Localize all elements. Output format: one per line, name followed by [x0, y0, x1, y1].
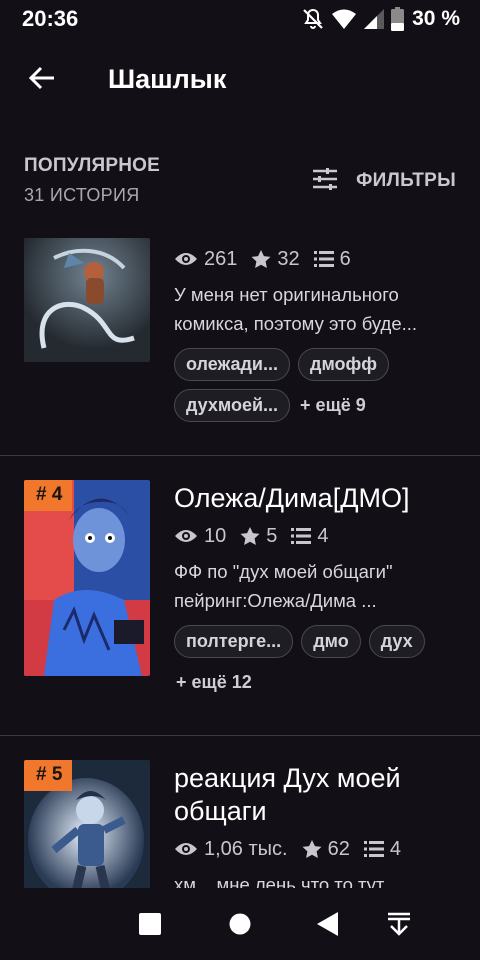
signal-icon — [363, 8, 385, 30]
stars-stat: 62 — [302, 838, 350, 861]
parts-stat: 6 — [313, 247, 351, 271]
tag-chip[interactable]: олежади... — [174, 348, 291, 381]
status-time: 20:36 — [22, 6, 79, 31]
story-stats: 261 32 6 — [174, 246, 464, 272]
filters-label: ФИЛЬТРЫ — [356, 170, 456, 191]
stars-stat: 5 — [240, 525, 277, 548]
sliders-icon — [312, 167, 338, 195]
story-description: У меня нет оригинального комикса, поэтом… — [174, 280, 464, 338]
parts-count: 6 — [339, 247, 351, 270]
parts-stat: 4 — [363, 837, 401, 861]
views-count: 1,06 тыс. — [204, 837, 288, 860]
stars-count: 62 — [327, 837, 350, 860]
filters-button[interactable]: ФИЛЬТРЫ — [312, 166, 456, 196]
more-tags-link[interactable]: + ещё 9 — [298, 389, 366, 422]
parts-count: 4 — [317, 524, 329, 547]
tag-chip[interactable]: дмофф — [298, 348, 390, 381]
star-icon — [302, 839, 328, 859]
views-count: 10 — [204, 524, 227, 547]
tag-list: олежади... дмофф духмоей... + ещё 9 — [174, 348, 434, 422]
wifi-icon — [331, 8, 357, 30]
story-info: Олежа/Дима[ДМО] 10 5 4 ФФ по "дух моей о… — [174, 482, 464, 699]
section-title: ПОПУЛЯРНОЕ — [24, 155, 161, 176]
story-card[interactable]: # 5 реакция Дух моей общаги 1,06 тыс. 62… — [0, 760, 480, 888]
app-screen: 20:36 30 % Шашлык ПОПУЛЯРНОЕ 31 ИСТОРИЯ … — [0, 0, 480, 960]
story-list[interactable]: 261 32 6 У меня нет оригинального комикс… — [0, 238, 480, 888]
rank-badge: # 4 — [24, 480, 73, 511]
description-line: пейринг:Олежа/Дима ... — [174, 590, 377, 611]
battery-percent: 30 % — [412, 7, 460, 30]
section-header: ПОПУЛЯРНОЕ 31 ИСТОРИЯ ФИЛЬТРЫ — [0, 152, 480, 212]
mute-icon — [301, 7, 325, 31]
story-cover-image[interactable]: # 4 — [24, 480, 150, 676]
divider — [0, 455, 480, 456]
divider — [0, 735, 480, 736]
list-icon — [313, 251, 340, 267]
recents-button[interactable] — [132, 908, 168, 944]
eye-icon — [174, 251, 204, 267]
tag-chip[interactable]: дмо — [301, 625, 361, 658]
page-title: Шашлык — [108, 64, 227, 94]
views-stat: 1,06 тыс. — [174, 838, 288, 861]
description-line: ФФ по "дух моей общаги" — [174, 561, 393, 582]
battery-icon — [391, 7, 405, 31]
parts-count: 4 — [389, 837, 401, 860]
app-bar: Шашлык — [0, 50, 480, 110]
story-title[interactable]: реакция Дух моей общаги — [174, 762, 464, 828]
star-icon — [251, 249, 277, 269]
status-bar: 20:36 30 % — [0, 0, 480, 38]
eye-icon — [174, 841, 204, 857]
story-info: 261 32 6 У меня нет оригинального комикс… — [174, 246, 464, 422]
description-line: хм... мне лень что то тут — [174, 874, 385, 888]
story-stats: 10 5 4 — [174, 523, 464, 549]
views-count: 261 — [204, 247, 238, 270]
tag-chip[interactable]: духмоей... — [174, 389, 291, 422]
story-card[interactable]: 261 32 6 У меня нет оригинального комикс… — [0, 238, 480, 454]
system-back-button[interactable] — [310, 908, 346, 944]
story-description: хм... мне лень что то тут — [174, 870, 464, 888]
rank-badge: # 5 — [24, 760, 73, 791]
home-button[interactable] — [222, 908, 258, 944]
stars-stat: 32 — [251, 247, 300, 271]
stars-count: 5 — [266, 524, 278, 547]
story-description: ФФ по "дух моей общаги" пейринг:Олежа/Ди… — [174, 557, 464, 615]
story-cover-image[interactable]: # 5 — [24, 760, 150, 888]
recents-square-icon — [139, 912, 161, 940]
system-nav-bar — [0, 890, 480, 960]
more-tags-link[interactable]: + ещё 12 — [174, 666, 252, 699]
stars-count: 32 — [277, 247, 300, 270]
story-title[interactable]: Олежа/Дима[ДМО] — [174, 482, 464, 515]
views-stat: 261 — [174, 248, 237, 271]
description-line: комикса, поэтому это буде... — [174, 313, 418, 334]
tag-chip[interactable]: полтерге... — [174, 625, 294, 658]
back-button[interactable] — [22, 62, 62, 98]
tag-list: полтерге... дмо дух + ещё 12 — [174, 625, 464, 699]
story-info: реакция Дух моей общаги 1,06 тыс. 62 4 х… — [174, 762, 464, 888]
home-circle-icon — [229, 913, 251, 940]
views-stat: 10 — [174, 525, 226, 548]
parts-stat: 4 — [291, 524, 329, 548]
story-cover-image[interactable] — [24, 238, 150, 362]
collapse-down-icon — [387, 912, 411, 941]
eye-icon — [174, 528, 204, 544]
tag-chip[interactable]: дух — [368, 625, 425, 658]
story-stats: 1,06 тыс. 62 4 — [174, 836, 464, 862]
status-icons: 30 % — [301, 6, 460, 32]
list-icon — [291, 528, 317, 544]
description-line: У меня нет оригинального — [174, 284, 399, 305]
list-icon — [363, 841, 390, 857]
arrow-left-icon — [28, 66, 56, 95]
collapse-button[interactable] — [381, 908, 417, 944]
story-card[interactable]: # 4 Олежа/Дима[ДМО] 10 5 4 ФФ по "дух мо… — [0, 480, 480, 730]
back-triangle-icon — [317, 911, 339, 941]
story-count: 31 ИСТОРИЯ — [24, 185, 140, 205]
star-icon — [240, 526, 266, 546]
